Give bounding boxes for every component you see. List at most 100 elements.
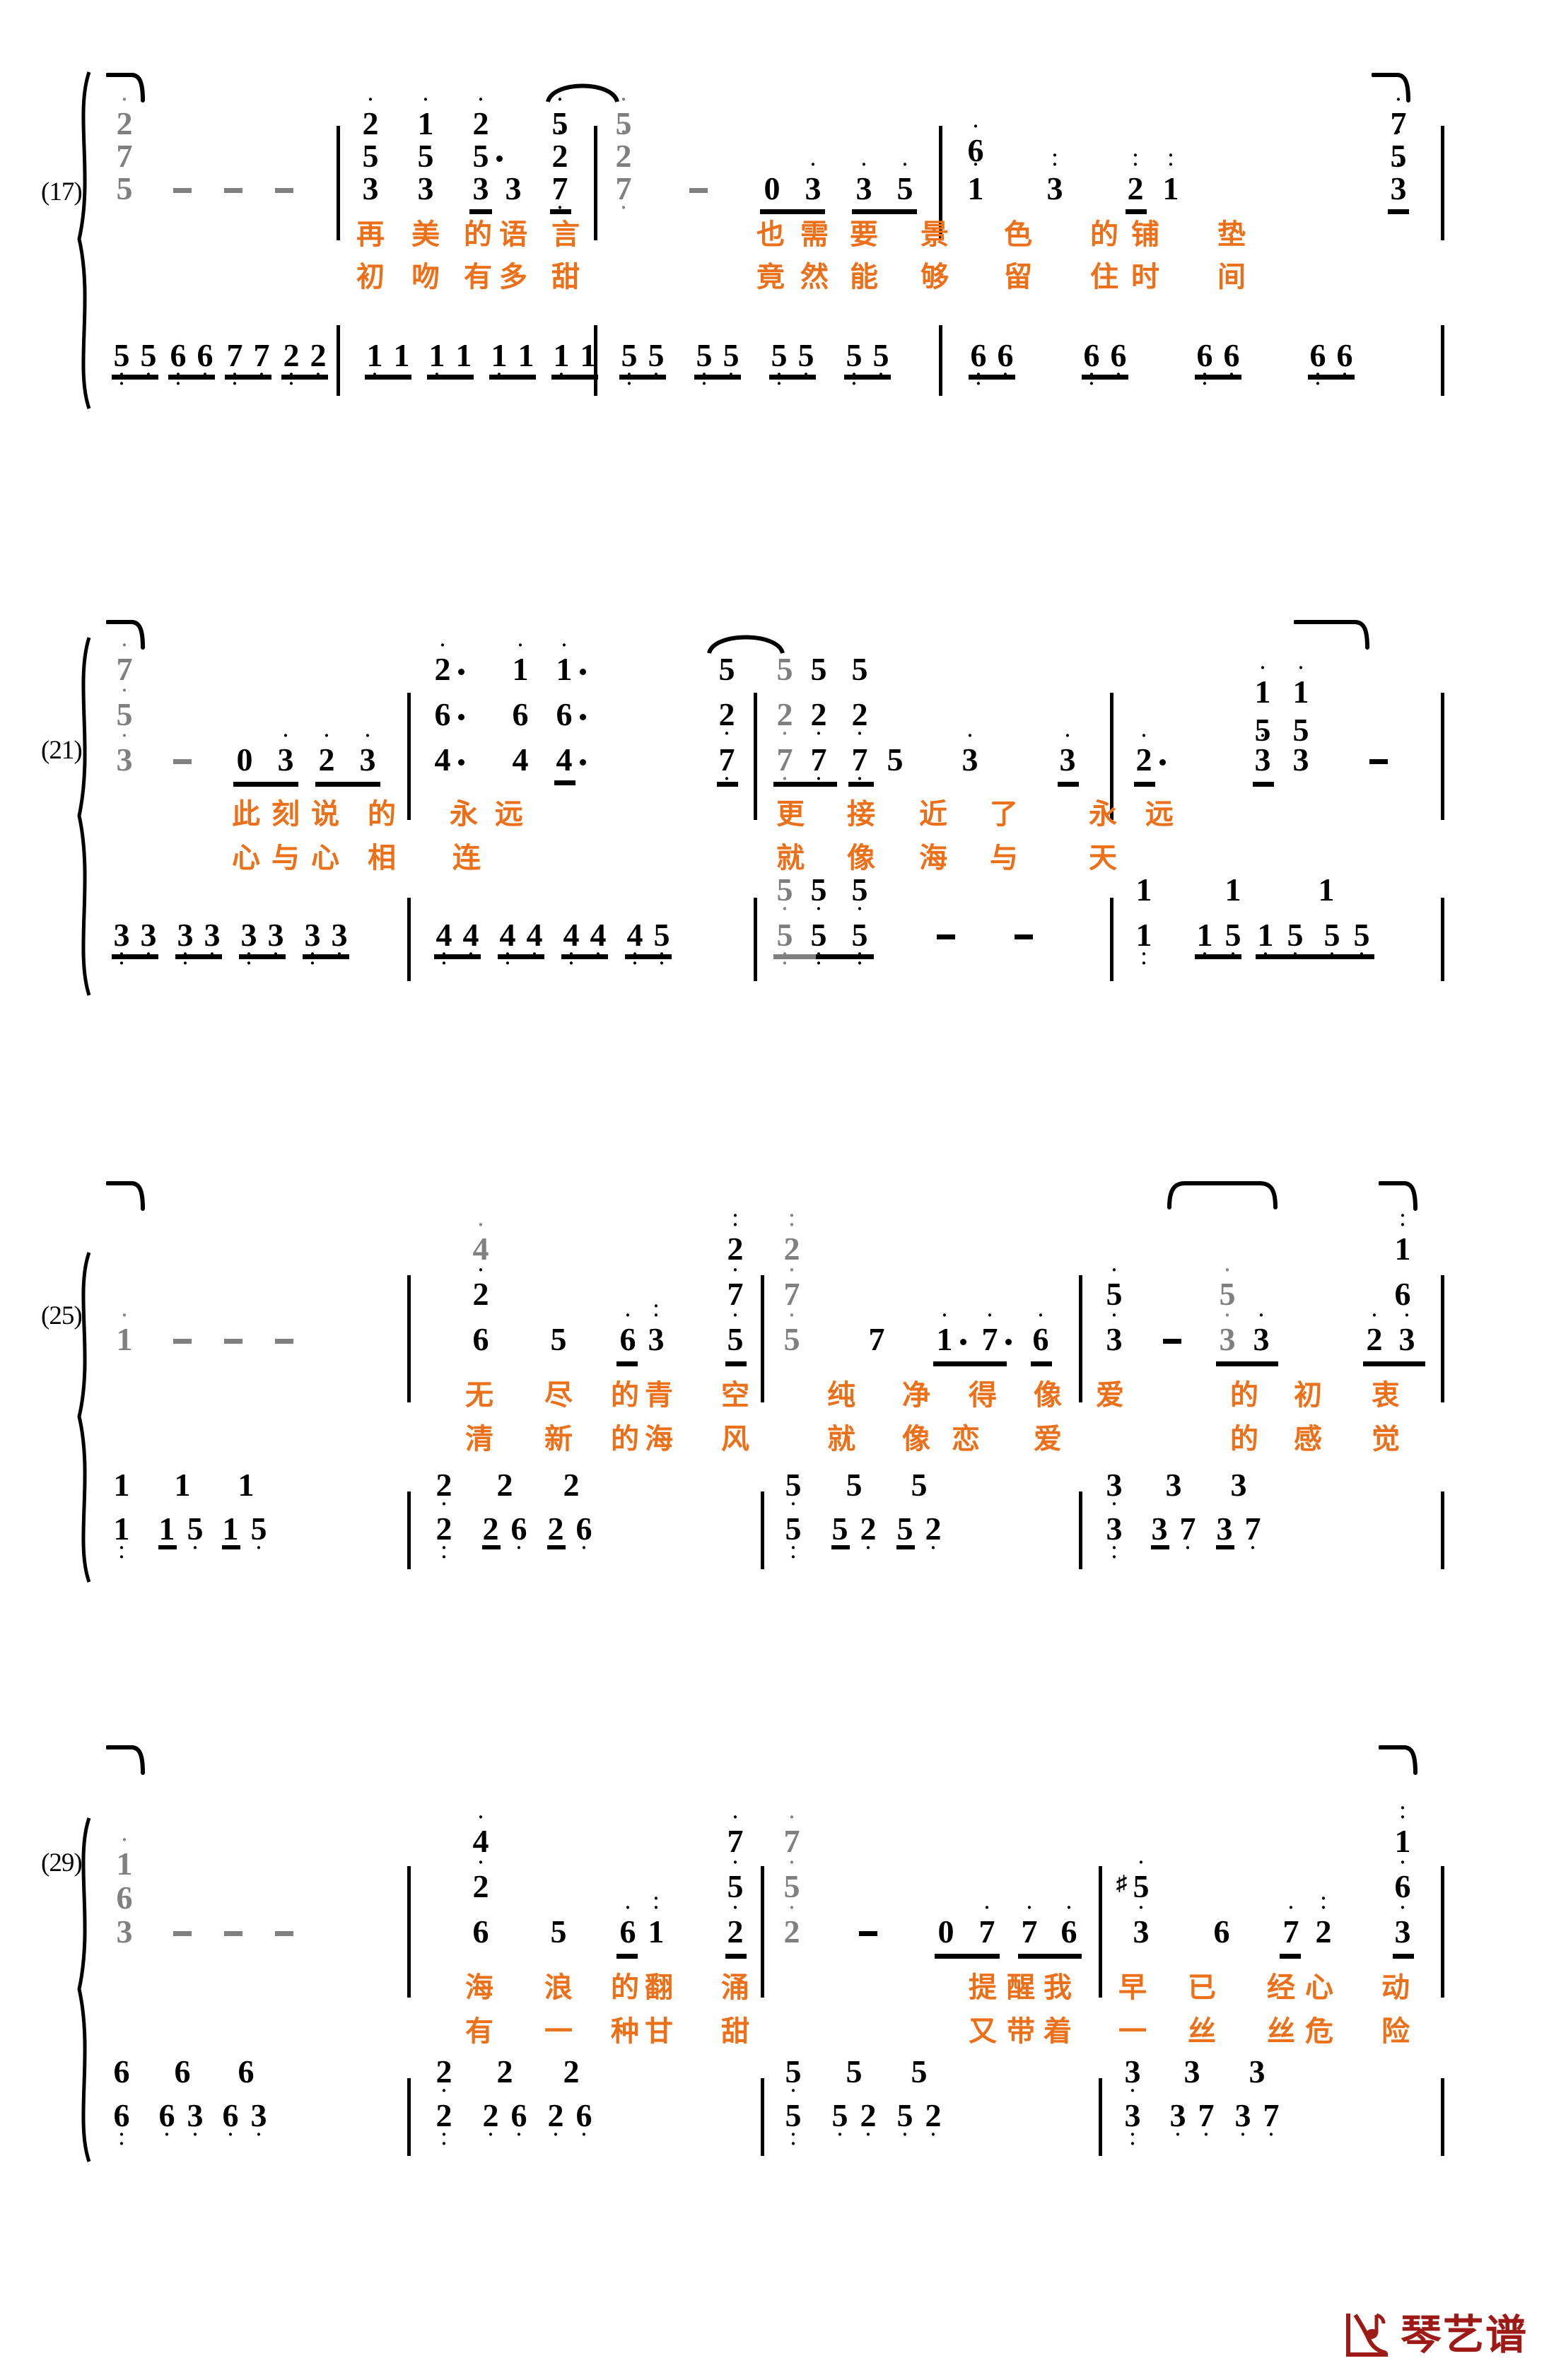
beam <box>222 1545 240 1549</box>
lyric-syllable: 海 <box>919 842 947 874</box>
bass-note: 3· <box>250 2097 267 2145</box>
note: 3 · <box>1059 725 1076 778</box>
barline <box>1099 1866 1102 1998</box>
note: 7 · <box>1021 1897 1038 1950</box>
beam <box>760 209 825 214</box>
lyric-syllable: 远 <box>495 798 523 831</box>
note: 3 <box>472 170 489 206</box>
bass-note: 6· <box>1336 337 1353 384</box>
lyric-syllable: 能 <box>850 261 878 293</box>
note: 2 · <box>431 636 464 686</box>
bass-note: 5·· <box>846 337 863 394</box>
bass-note: 2·· <box>283 337 300 394</box>
lyric-syllable: 垫 <box>1217 218 1246 251</box>
bass-note: 5· <box>187 1511 204 1558</box>
note: 3 · <box>1390 154 1407 206</box>
note: 5 · <box>727 1305 744 1357</box>
bass-note: 4·· <box>436 917 452 973</box>
barline <box>761 1275 764 1402</box>
note: 3 · · <box>1046 145 1063 206</box>
grand-staff-brace <box>65 71 98 410</box>
note: 7 · <box>776 741 793 789</box>
bass-note: 5· <box>723 337 740 384</box>
note: 5 <box>417 138 434 174</box>
barline <box>1099 2078 1102 2156</box>
note: 1 · <box>552 636 586 686</box>
note: 2 · <box>1132 727 1166 776</box>
beam <box>239 954 286 959</box>
lyric-syllable: 得 <box>969 1379 997 1412</box>
lyric-syllable: 像 <box>1034 1379 1062 1412</box>
bass-note: 3·· <box>177 917 194 973</box>
bass-note: 1 <box>238 1467 255 1503</box>
lyric-syllable: 天 <box>1089 842 1117 874</box>
beam <box>554 780 575 785</box>
bass-note: 5· <box>810 872 827 919</box>
bass-note: 5 <box>846 1467 863 1503</box>
lyric-syllable: 够 <box>920 261 949 293</box>
note: 0 <box>764 170 781 206</box>
bass-note: 6· <box>222 2097 239 2145</box>
barline <box>761 1866 764 1998</box>
bass-note: 2·· <box>436 2097 452 2154</box>
lyric-syllable: 清 <box>465 1423 493 1455</box>
beam <box>969 375 1015 380</box>
note: 5 <box>776 651 793 687</box>
lyric-syllable: 就 <box>827 1423 855 1455</box>
note: 6 <box>512 696 529 732</box>
lyric-syllable: 丝 <box>1267 2015 1295 2048</box>
note: 7 · <box>810 741 827 789</box>
beam <box>725 1954 747 1959</box>
bass-note: 1· <box>491 337 508 384</box>
note: 3 · <box>1394 1897 1411 1950</box>
note: 2 · · <box>1127 145 1144 206</box>
bass-note: 2 <box>496 1467 513 1503</box>
bass-note: 5·· <box>621 337 638 394</box>
beam <box>1134 782 1155 787</box>
bass-note: 2· <box>547 1511 564 1557</box>
measure-number: (25) <box>41 1301 83 1330</box>
bass-note: 4· <box>590 917 607 963</box>
lyric-syllable: 甜 <box>551 261 580 293</box>
lyric-syllable: 与 <box>990 842 1018 874</box>
bass-note: 7· <box>253 337 270 384</box>
note: 7 · <box>718 741 735 789</box>
bass-note: 5·· <box>696 337 713 394</box>
bass-note: 5· <box>785 1467 802 1514</box>
note: 6 <box>472 1913 489 1950</box>
lyric-syllable: 吻 <box>411 261 440 293</box>
note: 4 <box>431 744 464 776</box>
beam <box>233 782 298 787</box>
measure-number: (21) <box>41 736 83 765</box>
bass-note: 3 <box>1230 1467 1247 1503</box>
sustain-dash <box>275 1339 293 1344</box>
note: 7 · <box>1282 1897 1299 1950</box>
note: 1 · · <box>648 1888 665 1950</box>
bass-note: 6· <box>510 2097 527 2145</box>
bass-note: 1· <box>553 337 570 384</box>
bass-note: 2 <box>496 2053 513 2089</box>
bass-note: 3· <box>204 917 221 963</box>
lyric-syllable: 纯 <box>827 1379 855 1412</box>
sustain-dash <box>224 1339 242 1344</box>
bass-note: 1· <box>158 1511 175 1557</box>
lyric-syllable: 像 <box>847 842 875 874</box>
sustain-dash <box>1369 759 1388 764</box>
site-logo[interactable]: 琴艺谱 <box>1343 2309 1528 2360</box>
sustain-dash <box>937 934 955 939</box>
beam <box>112 375 158 380</box>
bass-note: 6· <box>1110 337 1127 384</box>
beam <box>773 782 837 787</box>
bass-note: 5· <box>896 2097 913 2145</box>
lyric-syllable: 有 <box>465 2015 493 2048</box>
bass-note: 5· <box>831 2097 848 2145</box>
phrase-hook-icon <box>1293 618 1372 653</box>
bass-note: 6·· <box>1309 337 1326 394</box>
note: 3 · <box>1133 1897 1150 1950</box>
note: 2 · <box>776 696 793 744</box>
bass-note: 5· <box>1323 917 1340 963</box>
bass-note: 5·· <box>771 337 788 394</box>
lyric-syllable: 心 <box>311 842 339 874</box>
note: 2 · <box>362 89 379 141</box>
beam <box>561 954 608 959</box>
